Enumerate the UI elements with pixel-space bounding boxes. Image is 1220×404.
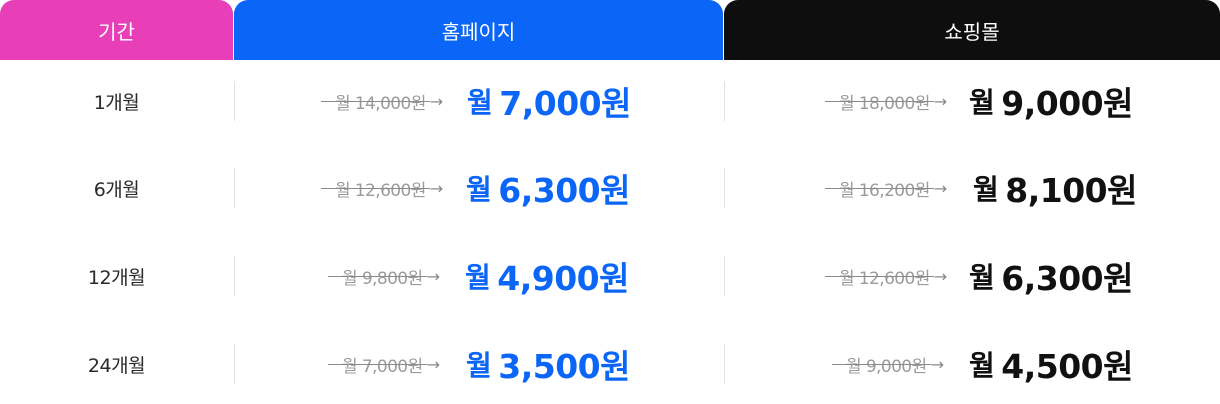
original-price-text: 월 16,200원 (825, 176, 934, 201)
column-divider (724, 256, 725, 296)
arrow-right-icon: → (429, 178, 443, 198)
shopping-original-price: 월 16,200원 → (825, 158, 947, 218)
price-amount: 9,000원 (1001, 84, 1134, 123)
shopping-original-price: 월 18,000원 → (825, 71, 947, 131)
price-amount: 6,300원 (498, 171, 631, 210)
original-price-text: 월 9,000원 (832, 352, 931, 377)
arrow-right-icon: → (429, 91, 443, 111)
price-amount: 7,000원 (499, 84, 632, 123)
homepage-column-header: 홈페이지 (234, 0, 723, 60)
column-divider (724, 344, 725, 384)
shopping-original-price: 월 9,000원 → (832, 334, 944, 394)
price-prefix: 월 (969, 261, 995, 294)
arrow-right-icon: → (426, 354, 440, 374)
original-price-text: 월 12,600원 (825, 264, 934, 289)
pricing-table: 기간 홈페이지 쇼핑몰 1개월 월 14,000원 → 월 7,000원 월 1… (0, 0, 1220, 404)
price-amount: 3,500원 (498, 347, 631, 386)
price-prefix: 월 (973, 173, 999, 206)
period-column-header: 기간 (0, 0, 233, 60)
arrow-right-icon: → (426, 266, 440, 286)
arrow-right-icon: → (930, 354, 944, 374)
period-label: 6개월 (93, 178, 140, 201)
homepage-discount-price: 월 7,000원 (467, 71, 632, 131)
column-divider (234, 81, 235, 121)
table-row: 24개월 월 7,000원 → 월 3,500원 월 9,000원 → 월 4,… (0, 334, 1220, 394)
period-label: 1개월 (93, 91, 140, 114)
original-price-text: 월 12,600원 (321, 176, 430, 201)
price-prefix: 월 (466, 349, 492, 382)
shopping-original-price: 월 12,600원 → (825, 246, 947, 306)
price-prefix: 월 (467, 86, 493, 119)
shopping-discount-price: 월 6,300원 (969, 246, 1134, 306)
table-row: 6개월 월 12,600원 → 월 6,300원 월 16,200원 → 월 8… (0, 158, 1220, 218)
price-amount: 6,300원 (1001, 259, 1134, 298)
column-divider (234, 344, 235, 384)
price-prefix: 월 (466, 173, 492, 206)
homepage-original-price: 월 9,800원 → (328, 246, 440, 306)
price-amount: 4,500원 (1001, 347, 1134, 386)
homepage-discount-price: 월 6,300원 (466, 158, 631, 218)
price-amount: 4,900원 (497, 259, 630, 298)
price-amount: 8,100원 (1005, 171, 1138, 210)
original-price-text: 월 14,000원 (321, 89, 430, 114)
period-label: 12개월 (87, 266, 146, 289)
column-divider (724, 81, 725, 121)
table-row: 12개월 월 9,800원 → 월 4,900원 월 12,600원 → 월 6… (0, 246, 1220, 306)
shopping-column-header: 쇼핑몰 (724, 0, 1220, 60)
homepage-original-price: 월 7,000원 → (328, 334, 440, 394)
shopping-discount-price: 월 8,100원 (973, 158, 1138, 218)
original-price-text: 월 18,000원 (825, 89, 934, 114)
arrow-right-icon: → (933, 266, 947, 286)
original-price-text: 월 9,800원 (328, 264, 427, 289)
homepage-original-price: 월 14,000원 → (321, 71, 443, 131)
column-divider (234, 256, 235, 296)
arrow-right-icon: → (933, 178, 947, 198)
arrow-right-icon: → (933, 91, 947, 111)
column-divider (234, 168, 235, 208)
price-prefix: 월 (969, 86, 995, 119)
homepage-discount-price: 월 3,500원 (466, 334, 631, 394)
price-prefix: 월 (465, 261, 491, 294)
table-row: 1개월 월 14,000원 → 월 7,000원 월 18,000원 → 월 9… (0, 71, 1220, 131)
original-price-text: 월 7,000원 (328, 352, 427, 377)
homepage-original-price: 월 12,600원 → (321, 158, 443, 218)
shopping-discount-price: 월 9,000원 (969, 71, 1134, 131)
shopping-discount-price: 월 4,500원 (969, 334, 1134, 394)
column-divider (724, 168, 725, 208)
homepage-discount-price: 월 4,900원 (465, 246, 630, 306)
price-prefix: 월 (969, 349, 995, 382)
period-label: 24개월 (87, 354, 146, 377)
